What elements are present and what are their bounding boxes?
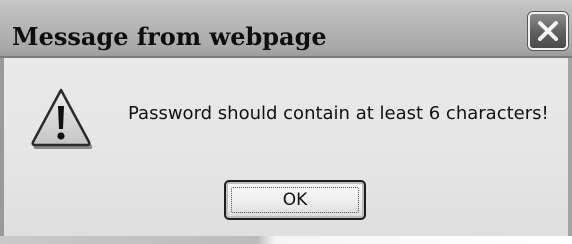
warning-icon [31, 88, 93, 149]
ok-button[interactable]: OK [224, 180, 366, 220]
dialog-titlebar: Message from webpage [0, 0, 572, 58]
dialog-left-border [0, 58, 4, 244]
close-icon [538, 21, 558, 41]
focus-ring [231, 187, 359, 213]
alert-dialog: Message from webpage Password should con… [0, 0, 572, 244]
close-button[interactable] [528, 12, 568, 50]
dialog-bottom-edge [0, 236, 572, 244]
dialog-title: Message from webpage [12, 22, 327, 51]
dialog-message: Password should contain at least 6 chara… [128, 103, 549, 124]
dialog-right-border [568, 58, 572, 244]
